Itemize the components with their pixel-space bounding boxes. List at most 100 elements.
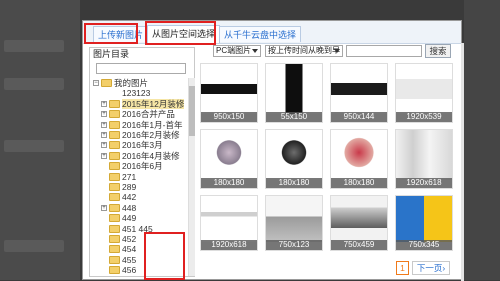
background-block xyxy=(4,140,64,152)
folder-item[interactable]: +2015年12月装修 xyxy=(92,98,186,109)
folder-label: 2016合并产品 xyxy=(122,109,175,120)
folder-icon xyxy=(109,203,120,212)
expand-icon[interactable]: + xyxy=(101,152,107,159)
folder-item[interactable]: +2016年2月装修 xyxy=(92,130,186,140)
image-thumbnail[interactable]: 1920x618 xyxy=(200,195,258,251)
folder-icon xyxy=(109,151,120,160)
sort-select[interactable]: 按上传时间从晚到早 xyxy=(265,45,343,57)
folder-label: 2016年2月装修 xyxy=(122,130,180,140)
folder-item[interactable]: +2016年4月装修 xyxy=(92,151,186,161)
folder-icon xyxy=(109,255,120,264)
folder-label: 289 xyxy=(122,182,137,192)
image-search-input[interactable] xyxy=(346,45,422,57)
folder-item[interactable]: +2016合并产品 xyxy=(92,109,186,119)
image-thumbnail[interactable]: 55x150 xyxy=(265,63,323,123)
thumbnail-image xyxy=(396,130,452,180)
tab-cloud-disk[interactable]: 从千牛云盘中选择 xyxy=(219,26,302,42)
image-size-label: 180x180 xyxy=(331,178,387,188)
background-left-panel xyxy=(0,0,80,280)
image-size-label: 180x180 xyxy=(266,178,322,188)
collapse-icon[interactable]: − xyxy=(93,80,99,86)
folder-icon xyxy=(109,214,120,223)
background-block xyxy=(4,240,64,252)
image-size-label: 950x150 xyxy=(201,112,257,122)
folder-search-input[interactable] xyxy=(96,63,186,74)
expand-icon[interactable]: + xyxy=(101,132,107,138)
dialog-scrollbar[interactable] xyxy=(461,43,464,281)
folder-item[interactable]: 442 xyxy=(92,192,186,202)
page-current[interactable]: 1 xyxy=(396,261,409,275)
sidebar-title: 图片目录 xyxy=(93,49,130,59)
filter-select[interactable]: PC端图片 xyxy=(213,45,261,57)
filter-select-value: PC端图片 xyxy=(216,46,252,55)
folder-label: 448 xyxy=(122,202,137,213)
image-thumbnail[interactable]: 180x180 xyxy=(265,129,323,189)
sidebar-scrollbar[interactable] xyxy=(188,78,195,276)
folder-label: 2016年6月 xyxy=(122,161,163,172)
expand-icon[interactable]: + xyxy=(101,204,107,211)
folder-icon xyxy=(109,110,120,119)
thumbnail-image xyxy=(201,196,257,242)
folder-item[interactable]: +2016年3月 xyxy=(92,140,186,150)
image-size-label: 750x459 xyxy=(331,240,387,250)
expand-icon[interactable]: + xyxy=(101,100,107,107)
image-picker-dialog: 上传新图片 从图片空间选择 从千牛云盘中选择 图片目录 − 我的图片 123123 +… xyxy=(82,20,464,281)
background-block xyxy=(4,40,64,52)
folder-item[interactable]: 289 xyxy=(92,182,186,192)
expand-icon[interactable]: + xyxy=(101,121,107,128)
image-thumbnail[interactable]: 750x123 xyxy=(265,195,323,251)
folder-item[interactable]: +2016年1月-首年 xyxy=(92,120,186,130)
folder-item[interactable]: 449 xyxy=(92,213,186,223)
expand-icon[interactable]: + xyxy=(101,142,107,149)
folder-item[interactable]: 451 445 xyxy=(92,224,186,234)
thumbnail-image xyxy=(266,196,322,242)
image-size-label: 750x123 xyxy=(266,240,322,250)
folder-sidebar: 图片目录 − 我的图片 123123 +2015年12月装修 +2016合并产品 +201… xyxy=(89,47,195,277)
folder-icon xyxy=(109,120,120,129)
image-thumbnail[interactable]: 180x180 xyxy=(200,129,258,189)
chevron-down-icon xyxy=(334,49,340,53)
folder-tree: − 我的图片 123123 +2015年12月装修 +2016合并产品 +2016年1月-… xyxy=(92,78,186,276)
image-thumbnail[interactable]: 1920x539 xyxy=(395,63,453,123)
chevron-right-icon: › xyxy=(442,263,446,273)
image-size-label: 180x180 xyxy=(201,178,257,188)
image-thumbnail[interactable]: 750x459 xyxy=(330,195,388,251)
folder-label: 442 xyxy=(122,192,137,203)
thumbnail-image xyxy=(201,130,257,180)
thumbnail-image xyxy=(266,130,322,180)
image-thumbnail[interactable]: 180x180 xyxy=(330,129,388,189)
thumbnail-image xyxy=(331,64,387,114)
folder-item[interactable]: 454 xyxy=(92,244,186,254)
folder-item[interactable]: 123123 xyxy=(92,88,186,98)
folder-label: 456 xyxy=(122,265,137,276)
tab-bar: 上传新图片 从图片空间选择 从千牛云盘中选择 xyxy=(83,21,461,44)
folder-item[interactable]: +448 xyxy=(92,203,186,213)
folder-item[interactable]: 271 xyxy=(92,172,186,182)
folder-item[interactable]: 452 xyxy=(92,234,186,244)
folder-item[interactable]: 455 xyxy=(92,255,186,265)
image-thumbnail[interactable]: 950x144 xyxy=(330,63,388,123)
folder-label: 2016年3月 xyxy=(122,140,163,151)
tab-image-space[interactable]: 从图片空间选择 xyxy=(147,25,221,43)
folder-icon xyxy=(109,172,120,181)
folder-item[interactable]: 2016年6月 xyxy=(92,161,186,171)
tab-upload-new[interactable]: 上传新图片 xyxy=(93,26,149,42)
thumbnail-image xyxy=(331,196,387,242)
next-page-button[interactable]: 下一页› xyxy=(412,261,450,275)
folder-item[interactable]: − 我的图片 xyxy=(92,78,186,88)
image-size-label: 1920x539 xyxy=(396,112,452,122)
sort-select-value: 按上传时间从晚到早 xyxy=(268,46,340,55)
scrollbar-thumb[interactable] xyxy=(189,86,195,136)
search-button[interactable]: 搜索 xyxy=(425,44,451,58)
folder-item[interactable]: 456 xyxy=(92,265,186,275)
image-thumbnail[interactable]: 750x345 xyxy=(395,195,453,251)
image-thumbnail[interactable]: 1920x618 xyxy=(395,129,453,189)
background-block xyxy=(4,78,64,90)
folder-label: 2015年12月装修 xyxy=(122,98,185,109)
thumbnail-image xyxy=(266,64,322,114)
expand-icon[interactable]: + xyxy=(101,111,107,118)
image-thumbnail[interactable]: 950x150 xyxy=(200,63,258,123)
folder-label: 2016年1月-首年 xyxy=(122,119,183,130)
image-size-label: 1920x618 xyxy=(396,178,452,188)
image-size-label: 950x144 xyxy=(331,112,387,122)
